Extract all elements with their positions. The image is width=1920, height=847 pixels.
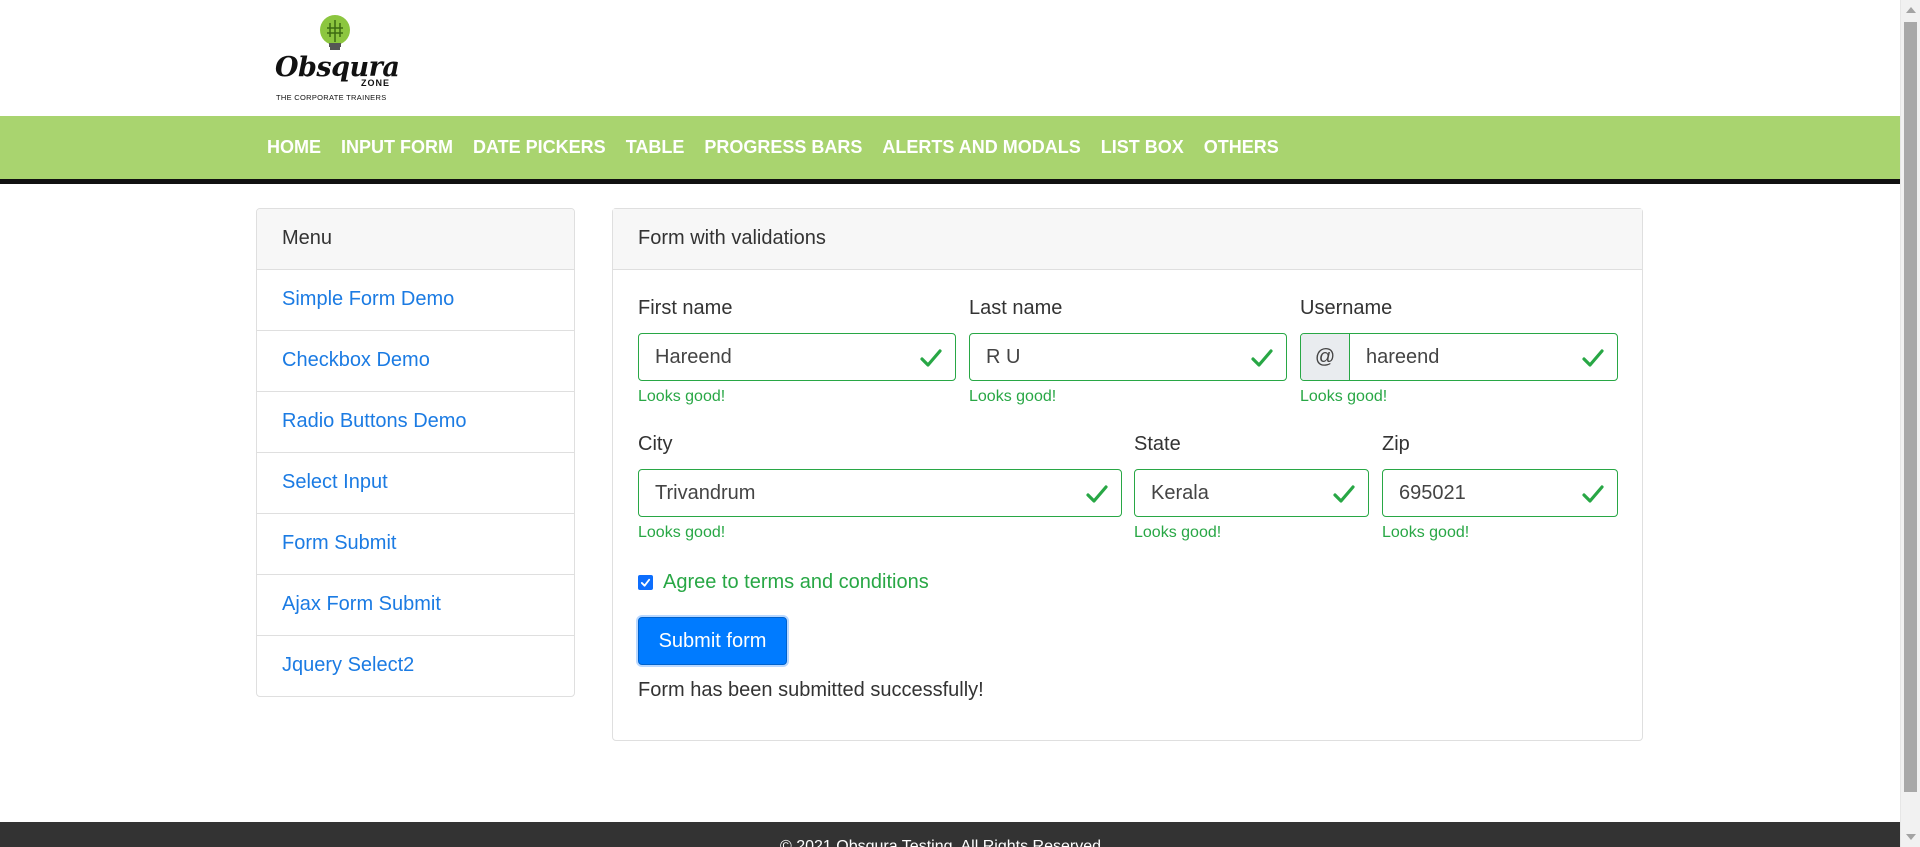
- menu-item-form-submit[interactable]: Form Submit: [257, 514, 574, 575]
- nav-progress-bars[interactable]: PROGRESS BARS: [694, 137, 872, 158]
- footer-copyright: © 2021 Obsqura Testing. All Rights Reser…: [780, 838, 1106, 847]
- state-label: State: [1134, 433, 1181, 455]
- scrollbar-thumb[interactable]: [1904, 22, 1917, 792]
- success-message: Form has been submitted successfully!: [638, 679, 984, 701]
- logo-zone-text: ZONE: [360, 78, 390, 88]
- side-menu-title: Menu: [257, 209, 574, 270]
- nav-list-box[interactable]: LIST BOX: [1091, 137, 1194, 158]
- menu-item-checkbox-demo[interactable]: Checkbox Demo: [257, 331, 574, 392]
- agree-label[interactable]: Agree to terms and conditions: [663, 571, 929, 594]
- first-name-input[interactable]: [639, 334, 955, 380]
- state-feedback: Looks good!: [1134, 524, 1222, 541]
- valid-check-icon: [920, 349, 942, 367]
- valid-check-icon: [1251, 349, 1273, 367]
- validation-form-card: Form with validations First name Looks g…: [612, 208, 1643, 741]
- scroll-down-arrow-icon[interactable]: [1906, 834, 1916, 840]
- obsqura-logo[interactable]: Obsqura ZONE THE CORPORATE TRAINERS: [272, 14, 400, 104]
- last-name-group: Last name Looks good!: [969, 297, 1287, 406]
- lightbulb-icon: [320, 15, 350, 50]
- zip-feedback: Looks good!: [1382, 524, 1470, 541]
- form-title: Form with validations: [613, 209, 1642, 270]
- at-prefix: @: [1301, 334, 1350, 380]
- valid-check-icon: [1333, 485, 1355, 503]
- page-scrollbar[interactable]: [1900, 0, 1920, 847]
- main-nav: HOME INPUT FORM DATE PICKERS TABLE PROGR…: [0, 116, 1900, 184]
- zip-label: Zip: [1382, 433, 1410, 455]
- valid-check-icon: [1582, 349, 1604, 367]
- valid-check-icon: [1582, 485, 1604, 503]
- username-feedback: Looks good!: [1300, 388, 1388, 405]
- agree-checkbox[interactable]: [638, 575, 653, 590]
- city-feedback: Looks good!: [638, 524, 726, 541]
- last-name-label: Last name: [969, 297, 1063, 319]
- last-name-feedback: Looks good!: [969, 388, 1057, 405]
- site-header: Obsqura ZONE THE CORPORATE TRAINERS: [0, 0, 1920, 116]
- city-label: City: [638, 433, 673, 455]
- menu-item-ajax-form-submit[interactable]: Ajax Form Submit: [257, 575, 574, 636]
- menu-item-radio-buttons-demo[interactable]: Radio Buttons Demo: [257, 392, 574, 453]
- menu-item-select-input[interactable]: Select Input: [257, 453, 574, 514]
- scroll-up-arrow-icon[interactable]: [1906, 7, 1916, 13]
- nav-input-form[interactable]: INPUT FORM: [331, 137, 463, 158]
- first-name-feedback: Looks good!: [638, 388, 726, 405]
- last-name-input[interactable]: [970, 334, 1286, 380]
- nav-alerts-and-modals[interactable]: ALERTS AND MODALS: [872, 137, 1090, 158]
- zip-group: Zip Looks good!: [1382, 433, 1618, 542]
- site-footer: © 2021 Obsqura Testing. All Rights Reser…: [0, 822, 1900, 847]
- city-input[interactable]: [639, 470, 1121, 516]
- nav-date-pickers[interactable]: DATE PICKERS: [463, 137, 616, 158]
- checkmark-icon: [640, 578, 651, 587]
- logo-tagline: THE CORPORATE TRAINERS: [276, 93, 387, 102]
- submit-form-button[interactable]: Submit form: [638, 617, 787, 665]
- agree-terms-row: Agree to terms and conditions: [638, 571, 929, 594]
- nav-home[interactable]: HOME: [257, 137, 331, 158]
- side-menu: Menu Simple Form Demo Checkbox Demo Radi…: [256, 208, 575, 697]
- username-label: Username: [1300, 297, 1393, 319]
- nav-table[interactable]: TABLE: [616, 137, 695, 158]
- city-group: City Looks good!: [638, 433, 1122, 542]
- first-name-label: First name: [638, 297, 733, 319]
- nav-others[interactable]: OTHERS: [1194, 137, 1289, 158]
- state-group: State Looks good!: [1134, 433, 1369, 542]
- menu-item-jquery-select2[interactable]: Jquery Select2: [257, 636, 574, 696]
- username-group: Username @ Looks good!: [1300, 297, 1618, 406]
- menu-item-simple-form-demo[interactable]: Simple Form Demo: [257, 270, 574, 331]
- valid-check-icon: [1086, 485, 1108, 503]
- first-name-group: First name Looks good!: [638, 297, 956, 406]
